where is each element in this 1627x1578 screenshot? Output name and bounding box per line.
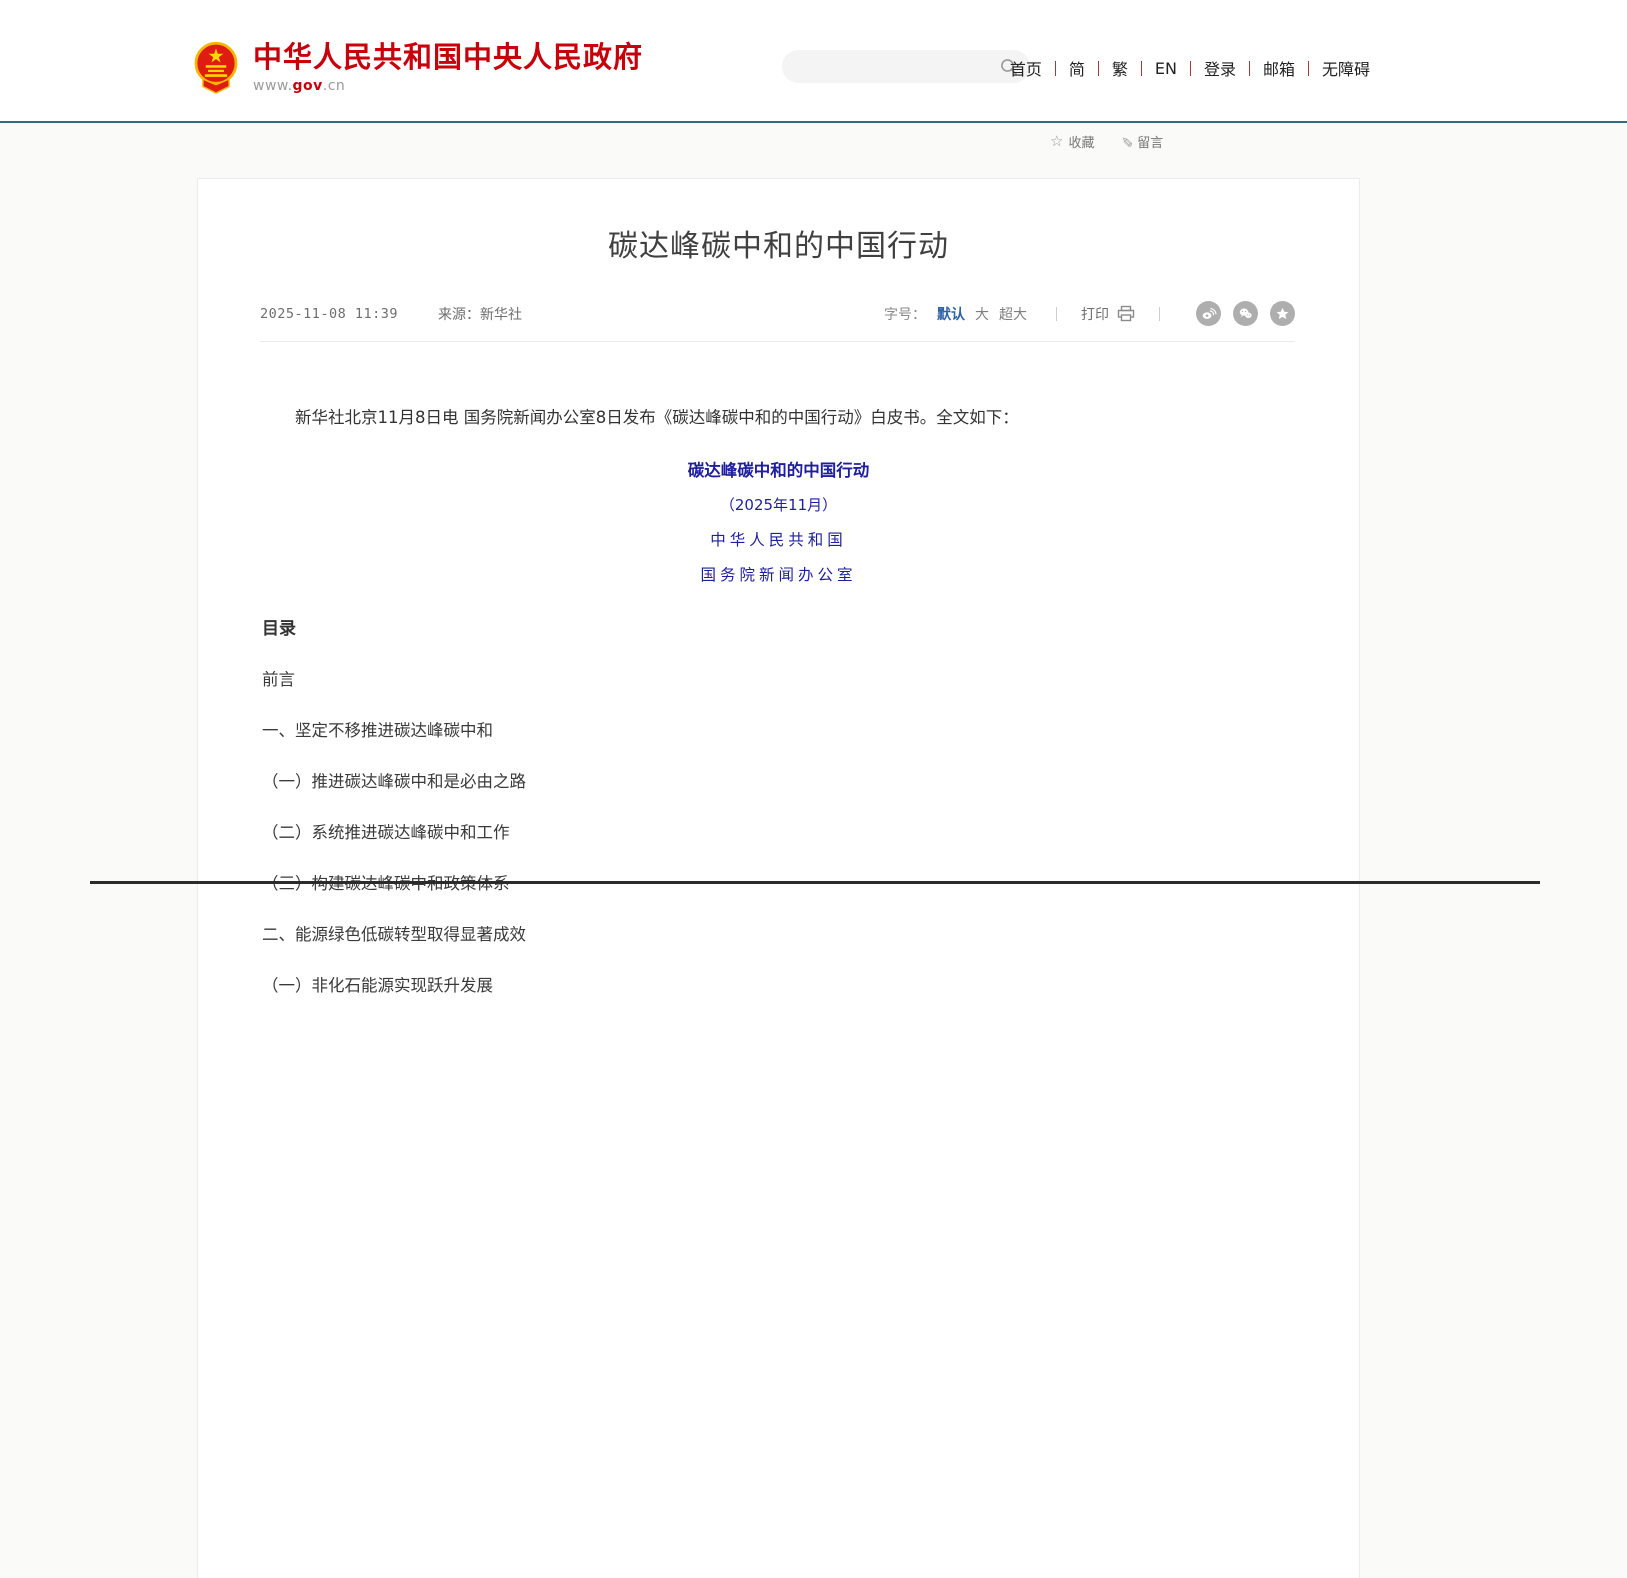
logo-text: 中华人民共和国中央人民政府 www.gov.cn bbox=[253, 40, 643, 94]
weibo-share-button[interactable] bbox=[1196, 301, 1221, 326]
wechat-icon bbox=[1237, 305, 1254, 322]
national-emblem-icon bbox=[193, 40, 239, 94]
font-size-large[interactable]: 大 bbox=[975, 304, 989, 324]
site-header: 中华人民共和国中央人民政府 www.gov.cn 首页 简 繁 EN 登录 邮箱… bbox=[0, 0, 1627, 121]
article-meta-right: 字号： 默认 大 超大 打印 bbox=[884, 301, 1295, 326]
comment-label: 留言 bbox=[1137, 132, 1163, 151]
nav-mail[interactable]: 邮箱 bbox=[1250, 56, 1308, 80]
site-url-suffix: .cn bbox=[323, 78, 346, 94]
toc-item-preface: 前言 bbox=[262, 666, 1295, 690]
header-rule bbox=[0, 121, 1627, 123]
doc-author-line2: 国务院新闻办公室 bbox=[262, 563, 1295, 585]
article-meta-left: 2025-11-08 11:39 来源： 新华社 bbox=[260, 304, 522, 324]
site-logo[interactable]: 中华人民共和国中央人民政府 www.gov.cn bbox=[193, 40, 643, 94]
comment-button[interactable]: ✎ 留言 bbox=[1120, 132, 1163, 151]
source-label: 来源： bbox=[438, 304, 480, 324]
divider bbox=[1056, 307, 1057, 321]
article-body: 新华社北京11月8日电 国务院新闻办公室8日发布《碳达峰碳中和的中国行动》白皮书… bbox=[198, 405, 1359, 996]
nav-simplified[interactable]: 简 bbox=[1056, 56, 1098, 80]
font-size-xlarge[interactable]: 超大 bbox=[999, 304, 1027, 324]
print-label: 打印 bbox=[1081, 304, 1109, 324]
toc-item-1-2: （二）系统推进碳达峰碳中和工作 bbox=[262, 819, 1295, 843]
quick-actions: ☆ 收藏 ✎ 留言 bbox=[1050, 132, 1189, 151]
font-size-label: 字号： bbox=[884, 304, 926, 324]
toc-item-1: 一、坚定不移推进碳达峰碳中和 bbox=[262, 717, 1295, 741]
pencil-icon: ✎ bbox=[1119, 136, 1133, 148]
favorite-label: 收藏 bbox=[1068, 132, 1094, 151]
search-input[interactable] bbox=[782, 50, 994, 83]
article-card: 碳达峰碳中和的中国行动 2025-11-08 11:39 来源： 新华社 字号：… bbox=[197, 178, 1360, 1578]
site-url-gov: gov bbox=[293, 78, 323, 94]
publish-date: 2025-11-08 11:39 bbox=[260, 306, 398, 322]
toc-item-2-1: （一）非化石能源实现跃升发展 bbox=[262, 972, 1295, 996]
nav-login[interactable]: 登录 bbox=[1191, 56, 1249, 80]
nav-home[interactable]: 首页 bbox=[1010, 56, 1055, 80]
nav-english[interactable]: EN bbox=[1142, 59, 1190, 78]
favorite-button[interactable]: ☆ 收藏 bbox=[1050, 132, 1094, 151]
toc-item-1-1: （一）推进碳达峰碳中和是必由之路 bbox=[262, 768, 1295, 792]
top-nav: 首页 简 繁 EN 登录 邮箱 无障碍 bbox=[1010, 56, 1370, 80]
nav-traditional[interactable]: 繁 bbox=[1099, 56, 1141, 80]
source-value: 新华社 bbox=[480, 304, 522, 324]
more-share-button[interactable] bbox=[1270, 301, 1295, 326]
divider bbox=[1159, 307, 1160, 321]
star-share-icon bbox=[1275, 306, 1290, 321]
toc-heading: 目录 bbox=[262, 614, 1295, 639]
search-bar bbox=[782, 50, 1030, 83]
weibo-icon bbox=[1200, 305, 1217, 322]
doc-date: （2025年11月） bbox=[262, 494, 1295, 515]
nav-accessibility[interactable]: 无障碍 bbox=[1309, 56, 1370, 80]
toc-item-2: 二、能源绿色低碳转型取得显著成效 bbox=[262, 921, 1295, 945]
article-meta-row: 2025-11-08 11:39 来源： 新华社 字号： 默认 大 超大 打印 bbox=[260, 301, 1295, 342]
wechat-share-button[interactable] bbox=[1233, 301, 1258, 326]
font-size-default[interactable]: 默认 bbox=[937, 304, 965, 324]
share-group bbox=[1184, 301, 1295, 326]
doc-author-line1: 中华人民共和国 bbox=[262, 528, 1295, 550]
page-title: 碳达峰碳中和的中国行动 bbox=[198, 221, 1359, 265]
print-button[interactable]: 打印 bbox=[1081, 304, 1135, 324]
site-url-prefix: www. bbox=[253, 78, 293, 94]
bottom-edge-line bbox=[90, 881, 1540, 884]
site-url: www.gov.cn bbox=[253, 78, 643, 94]
site-title: 中华人民共和国中央人民政府 bbox=[253, 42, 643, 74]
intro-paragraph: 新华社北京11月8日电 国务院新闻办公室8日发布《碳达峰碳中和的中国行动》白皮书… bbox=[262, 405, 1295, 431]
doc-title: 碳达峰碳中和的中国行动 bbox=[262, 457, 1295, 481]
star-outline-icon: ☆ bbox=[1050, 134, 1063, 149]
printer-icon bbox=[1117, 305, 1135, 322]
